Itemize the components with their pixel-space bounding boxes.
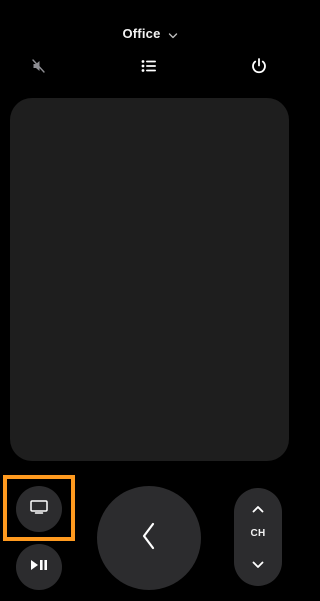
channel-up-button[interactable] — [234, 494, 282, 524]
power-button[interactable] — [245, 55, 273, 81]
channel-down-button[interactable] — [234, 550, 282, 580]
play-pause-button[interactable] — [16, 544, 62, 590]
device-name: Office — [122, 25, 161, 41]
list-button[interactable] — [135, 55, 163, 81]
remote-screen: Office CH — [0, 0, 300, 601]
touch-surface[interactable] — [10, 98, 289, 461]
channel-rocker: CH — [234, 488, 282, 586]
channel-label: CH — [250, 528, 266, 539]
chevron-left-icon — [139, 521, 159, 556]
chevron-down-icon — [168, 28, 178, 39]
list-icon — [140, 58, 158, 79]
power-icon — [250, 57, 268, 80]
speaker-muted-icon — [31, 58, 47, 79]
mute-button[interactable] — [25, 55, 53, 81]
tv-icon — [29, 499, 49, 520]
back-button[interactable] — [97, 486, 201, 590]
device-picker[interactable]: Office — [0, 22, 300, 44]
play-pause-icon — [29, 558, 49, 577]
chevron-down-icon — [252, 556, 264, 574]
tv-button[interactable] — [16, 486, 62, 532]
chevron-up-icon — [252, 500, 264, 518]
